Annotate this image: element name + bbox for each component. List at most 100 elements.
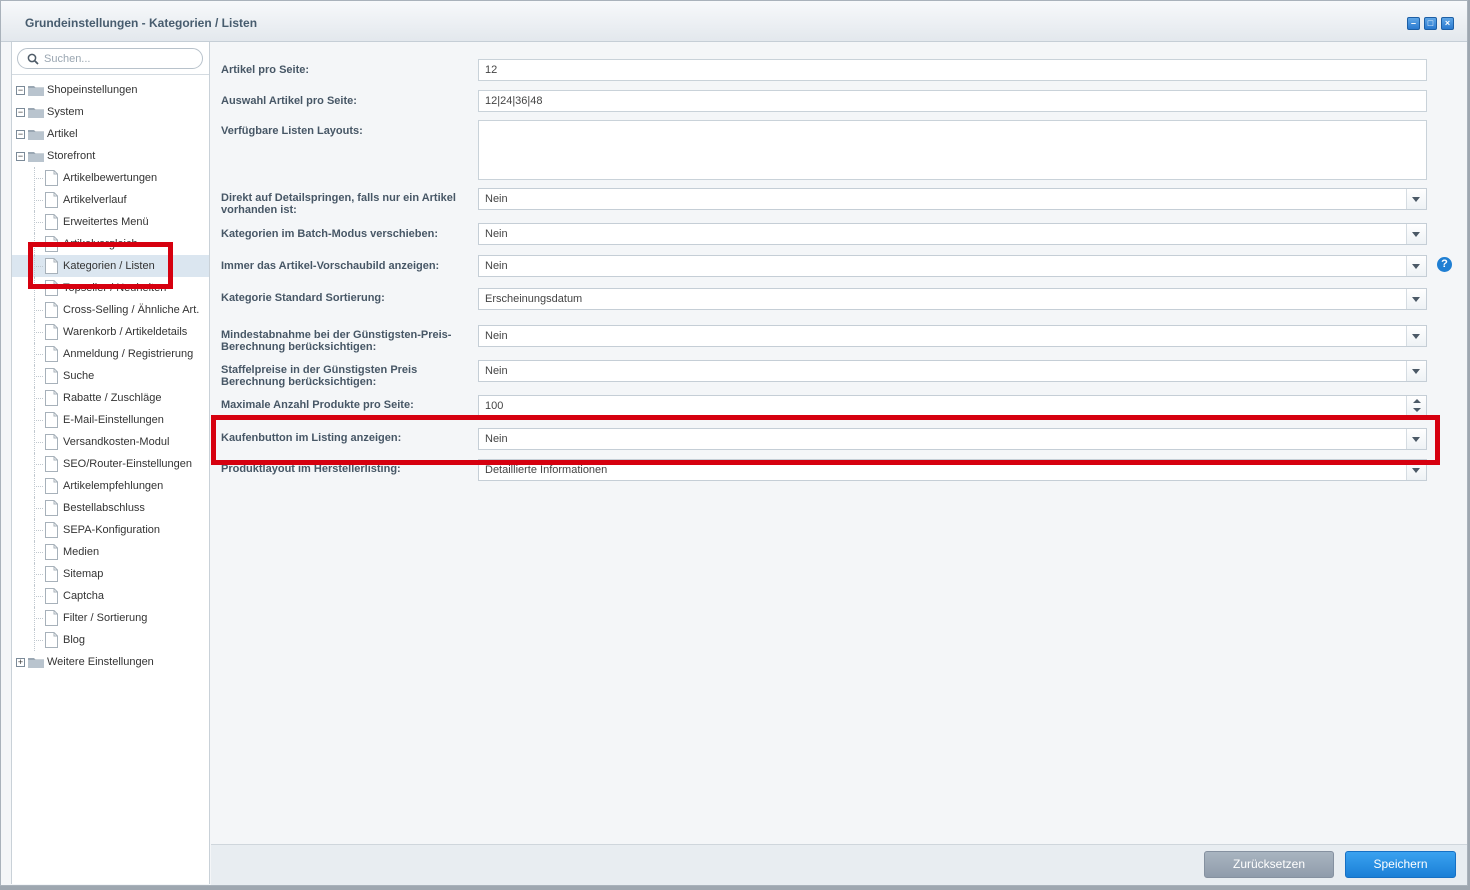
help-icon[interactable]: ? — [1437, 257, 1452, 272]
document-icon — [45, 632, 58, 648]
tree-item[interactable]: Sitemap — [12, 563, 209, 585]
tree-item[interactable]: Topseller / Neuheiten — [12, 277, 209, 299]
tree-label: Medien — [63, 546, 100, 558]
tree-label: Warenkorb / Artikeldetails — [63, 326, 188, 338]
collapse-icon[interactable]: − — [16, 86, 25, 95]
tree-item[interactable]: Blog — [12, 629, 209, 651]
search-input[interactable] — [44, 51, 194, 66]
artikel-pro-seite-input[interactable]: 12 — [478, 59, 1427, 81]
tree-item[interactable]: Warenkorb / Artikeldetails — [12, 321, 209, 343]
tree-guide — [34, 420, 43, 421]
tree-item[interactable]: Medien — [12, 541, 209, 563]
tree-item[interactable]: Captcha — [12, 585, 209, 607]
mindestabnahme-select[interactable]: Nein — [478, 325, 1427, 347]
collapse-icon[interactable]: − — [16, 108, 25, 117]
chevron-down-icon[interactable] — [1406, 429, 1426, 449]
tree-item[interactable]: Artikelverlauf — [12, 189, 209, 211]
tree-label: Artikel — [47, 128, 78, 140]
tree-folder-weitere-einstellungen[interactable]: + Weitere Einstellungen — [12, 651, 209, 673]
tree-label: Suche — [63, 370, 95, 382]
tree-guide — [34, 486, 43, 487]
tree-item[interactable]: Suche — [12, 365, 209, 387]
tree-label: Bestellabschluss — [63, 502, 145, 514]
stepper-down-icon[interactable] — [1413, 408, 1421, 412]
tree-item[interactable]: E-Mail-Einstellungen — [12, 409, 209, 431]
expand-icon[interactable]: + — [16, 658, 25, 667]
select-value: Nein — [485, 193, 508, 205]
batch-modus-select[interactable]: Nein — [478, 223, 1427, 245]
select-value: Nein — [485, 228, 508, 240]
chevron-down-icon[interactable] — [1406, 189, 1426, 209]
tree-guide — [34, 332, 43, 333]
document-icon — [45, 302, 58, 318]
chevron-down-icon[interactable] — [1406, 256, 1426, 276]
tree-item[interactable]: Rabatte / Zuschläge — [12, 387, 209, 409]
tree-label: Artikelbewertungen — [63, 172, 158, 184]
direkt-detail-select[interactable]: Nein — [478, 188, 1427, 210]
tree-item[interactable]: Filter / Sortierung — [12, 607, 209, 629]
staffelpreise-select[interactable]: Nein — [478, 360, 1427, 382]
number-stepper[interactable] — [1406, 396, 1426, 416]
tree-folder-system[interactable]: − System — [12, 101, 209, 123]
tree-label: Sitemap — [63, 568, 104, 580]
tree-guide — [34, 530, 43, 531]
collapse-icon[interactable]: − — [16, 152, 25, 161]
listen-layouts-textarea[interactable] — [478, 120, 1427, 180]
vorschaubild-select[interactable]: Nein — [478, 255, 1427, 277]
produktlayout-select[interactable]: Detaillierte Informationen — [478, 459, 1427, 481]
tree-label: Filter / Sortierung — [63, 612, 148, 624]
field-label: Maximale Anzahl Produkte pro Seite: — [221, 399, 414, 411]
document-icon — [45, 346, 58, 362]
document-icon — [45, 192, 58, 208]
tree-label: Kategorien / Listen — [63, 260, 155, 272]
max-produkte-number-input[interactable]: 100 — [478, 395, 1427, 417]
auswahl-artikel-input[interactable]: 12|24|36|48 — [478, 90, 1427, 112]
kaufenbutton-select[interactable]: Nein — [478, 428, 1427, 450]
form-footer: Zurücksetzen Speichern — [211, 844, 1467, 885]
chevron-down-icon[interactable] — [1406, 460, 1426, 480]
document-icon — [45, 588, 58, 604]
minimize-icon[interactable]: – — [1407, 17, 1420, 30]
search-box[interactable] — [17, 48, 203, 69]
collapse-icon[interactable]: − — [16, 130, 25, 139]
document-icon — [45, 522, 58, 538]
field-label: Verfügbare Listen Layouts: — [221, 125, 363, 137]
chevron-down-icon[interactable] — [1406, 361, 1426, 381]
document-icon — [45, 500, 58, 516]
tree-item[interactable]: Erweitertes Menü — [12, 211, 209, 233]
tree-item[interactable]: Anmeldung / Registrierung — [12, 343, 209, 365]
chevron-down-icon[interactable] — [1406, 224, 1426, 244]
chevron-down-icon[interactable] — [1406, 289, 1426, 309]
tree-item[interactable]: Artikelbewertungen — [12, 167, 209, 189]
stepper-up-icon[interactable] — [1413, 399, 1421, 403]
tree-item[interactable]: Versandkosten-Modul — [12, 431, 209, 453]
tree-item[interactable]: Artikelempfehlungen — [12, 475, 209, 497]
reset-button[interactable]: Zurücksetzen — [1204, 851, 1334, 878]
tree-item[interactable]: SEO/Router-Einstellungen — [12, 453, 209, 475]
tree-guide — [34, 200, 43, 201]
window-titlebar[interactable]: Grundeinstellungen - Kategorien / Listen… — [1, 1, 1467, 42]
document-icon — [45, 280, 58, 296]
tree-item[interactable]: Cross-Selling / Ähnliche Art. — [12, 299, 209, 321]
tree-folder-artikel[interactable]: − Artikel — [12, 123, 209, 145]
tree-item[interactable]: Artikelvergleich — [12, 233, 209, 255]
number-value: 100 — [485, 400, 504, 412]
tree-label: Anmeldung / Registrierung — [63, 348, 194, 360]
standard-sortierung-select[interactable]: Erscheinungsdatum — [478, 288, 1427, 310]
tree-label: Storefront — [47, 150, 96, 162]
save-button[interactable]: Speichern — [1345, 851, 1456, 878]
divider — [12, 74, 209, 75]
tree-item[interactable]: Kategorien / Listen — [12, 255, 209, 277]
tree-item[interactable]: Bestellabschluss — [12, 497, 209, 519]
settings-sidebar: − Shopeinstellungen − System − Artikel −… — [11, 42, 210, 884]
tree-folder-shopeinstellungen[interactable]: − Shopeinstellungen — [12, 79, 209, 101]
maximize-icon[interactable]: □ — [1424, 17, 1437, 30]
folder-icon — [28, 108, 44, 118]
document-icon — [45, 566, 58, 582]
select-value: Erscheinungsdatum — [485, 293, 583, 305]
search-icon — [27, 53, 39, 65]
close-icon[interactable]: × — [1441, 17, 1454, 30]
tree-item[interactable]: SEPA-Konfiguration — [12, 519, 209, 541]
tree-folder-storefront[interactable]: − Storefront — [12, 145, 209, 167]
chevron-down-icon[interactable] — [1406, 326, 1426, 346]
